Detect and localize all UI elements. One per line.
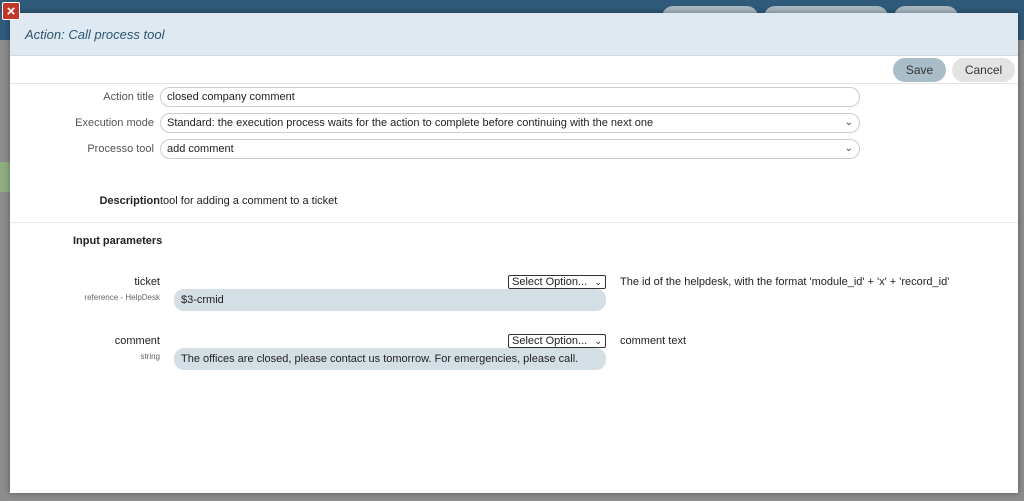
action-title-row: Action title closed company comment — [10, 87, 860, 107]
modal-toolbar: Save Cancel — [893, 58, 1015, 82]
action-title-label: Action title — [103, 91, 154, 103]
execution-mode-value: Standard: the execution process waits fo… — [167, 117, 654, 129]
description-text: tool for adding a comment to a ticket — [160, 195, 338, 207]
param-name: comment — [114, 335, 160, 347]
select-label: Select Option... — [512, 335, 588, 347]
section-divider — [10, 222, 1018, 223]
param-help: The id of the helpdesk, with the format … — [620, 276, 950, 288]
save-button[interactable]: Save — [893, 58, 946, 82]
select-label: Select Option... — [512, 276, 588, 288]
process-tool-value: add comment — [167, 143, 234, 155]
param-value: $3-crmid — [181, 294, 224, 306]
close-icon[interactable]: × — [2, 2, 20, 20]
toolbar-divider — [10, 83, 1018, 84]
modal-title: Action: Call process tool — [25, 26, 165, 42]
param-type: string — [140, 352, 160, 361]
param-type: reference - HelpDesk — [84, 293, 160, 302]
chevron-down-icon: ⌄ — [594, 277, 602, 287]
execution-mode-select[interactable]: Standard: the execution process waits fo… — [160, 113, 860, 133]
chevron-down-icon: ⌄ — [844, 143, 853, 154]
param-value: The offices are closed, please contact u… — [181, 353, 579, 365]
cancel-button[interactable]: Cancel — [952, 58, 1015, 82]
chevron-down-icon: ⌄ — [594, 336, 602, 346]
process-tool-select[interactable]: add comment ⌄ — [160, 139, 860, 159]
param-comment-input[interactable]: The offices are closed, please contact u… — [174, 348, 606, 370]
process-tool-label: Processo tool — [87, 143, 154, 155]
param-ticket-input[interactable]: $3-crmid — [174, 289, 606, 311]
param-comment-select[interactable]: Select Option... ⌄ — [508, 334, 606, 348]
action-title-value: closed company comment — [167, 91, 295, 103]
param-ticket-select[interactable]: Select Option... ⌄ — [508, 275, 606, 289]
chevron-down-icon: ⌄ — [844, 117, 853, 128]
call-process-tool-modal: Action: Call process tool Save Cancel Ac… — [10, 13, 1018, 493]
description-label: Description — [99, 195, 160, 207]
input-parameters-heading: Input parameters — [73, 235, 163, 247]
process-tool-row: Processo tool add comment ⌄ — [10, 139, 860, 159]
execution-mode-row: Execution mode Standard: the execution p… — [10, 113, 860, 133]
action-title-input[interactable]: closed company comment — [160, 87, 860, 107]
modal-header: Action: Call process tool — [10, 13, 1018, 56]
param-help: comment text — [620, 335, 687, 347]
param-name: ticket — [134, 276, 160, 288]
execution-mode-label: Execution mode — [75, 117, 154, 129]
